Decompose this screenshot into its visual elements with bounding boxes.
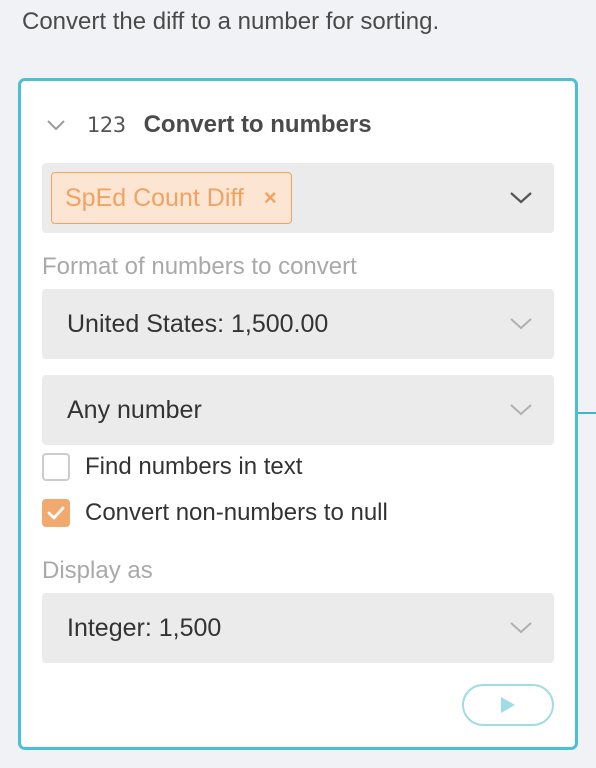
find-in-text-checkbox[interactable] [42,453,70,481]
column-select[interactable]: SpEd Count Diff × [42,163,554,233]
convert-step-card: 123 Convert to numbers SpEd Count Diff ×… [18,78,578,750]
numbers-icon: 123 [87,113,126,137]
find-in-text-label: Find numbers in text [85,453,303,480]
find-in-text-option[interactable]: Find numbers in text [42,450,302,484]
instruction-text: Convert the diff to a number for sorting… [22,8,440,35]
collapse-chevron-icon[interactable] [45,114,67,136]
extract-mode-value: Any number [67,396,202,424]
non-numbers-null-label: Convert non-numbers to null [85,499,388,526]
non-numbers-null-checkbox[interactable] [42,499,70,527]
column-tag-label: SpEd Count Diff [65,183,244,212]
step-header: 123 Convert to numbers [45,107,372,143]
display-format-value: Integer: 1,500 [67,614,222,642]
number-format-select[interactable]: United States: 1,500.00 [42,289,554,359]
step-title: Convert to numbers [143,111,372,138]
chevron-down-icon [508,617,534,637]
number-format-value: United States: 1,500.00 [67,310,329,338]
format-label: Format of numbers to convert [42,253,357,280]
chevron-down-icon[interactable] [508,187,534,207]
play-icon [501,697,515,713]
extract-mode-select[interactable]: Any number [42,375,554,445]
non-numbers-null-option[interactable]: Convert non-numbers to null [42,496,388,530]
display-as-label: Display as [42,557,153,584]
step-connector [576,412,596,414]
run-step-button[interactable] [462,684,554,726]
chevron-down-icon [508,399,534,419]
remove-column-icon[interactable]: × [264,187,277,209]
display-format-select[interactable]: Integer: 1,500 [42,593,554,663]
column-tag: SpEd Count Diff × [51,172,292,224]
checkmark-icon [47,506,65,520]
chevron-down-icon [508,313,534,333]
